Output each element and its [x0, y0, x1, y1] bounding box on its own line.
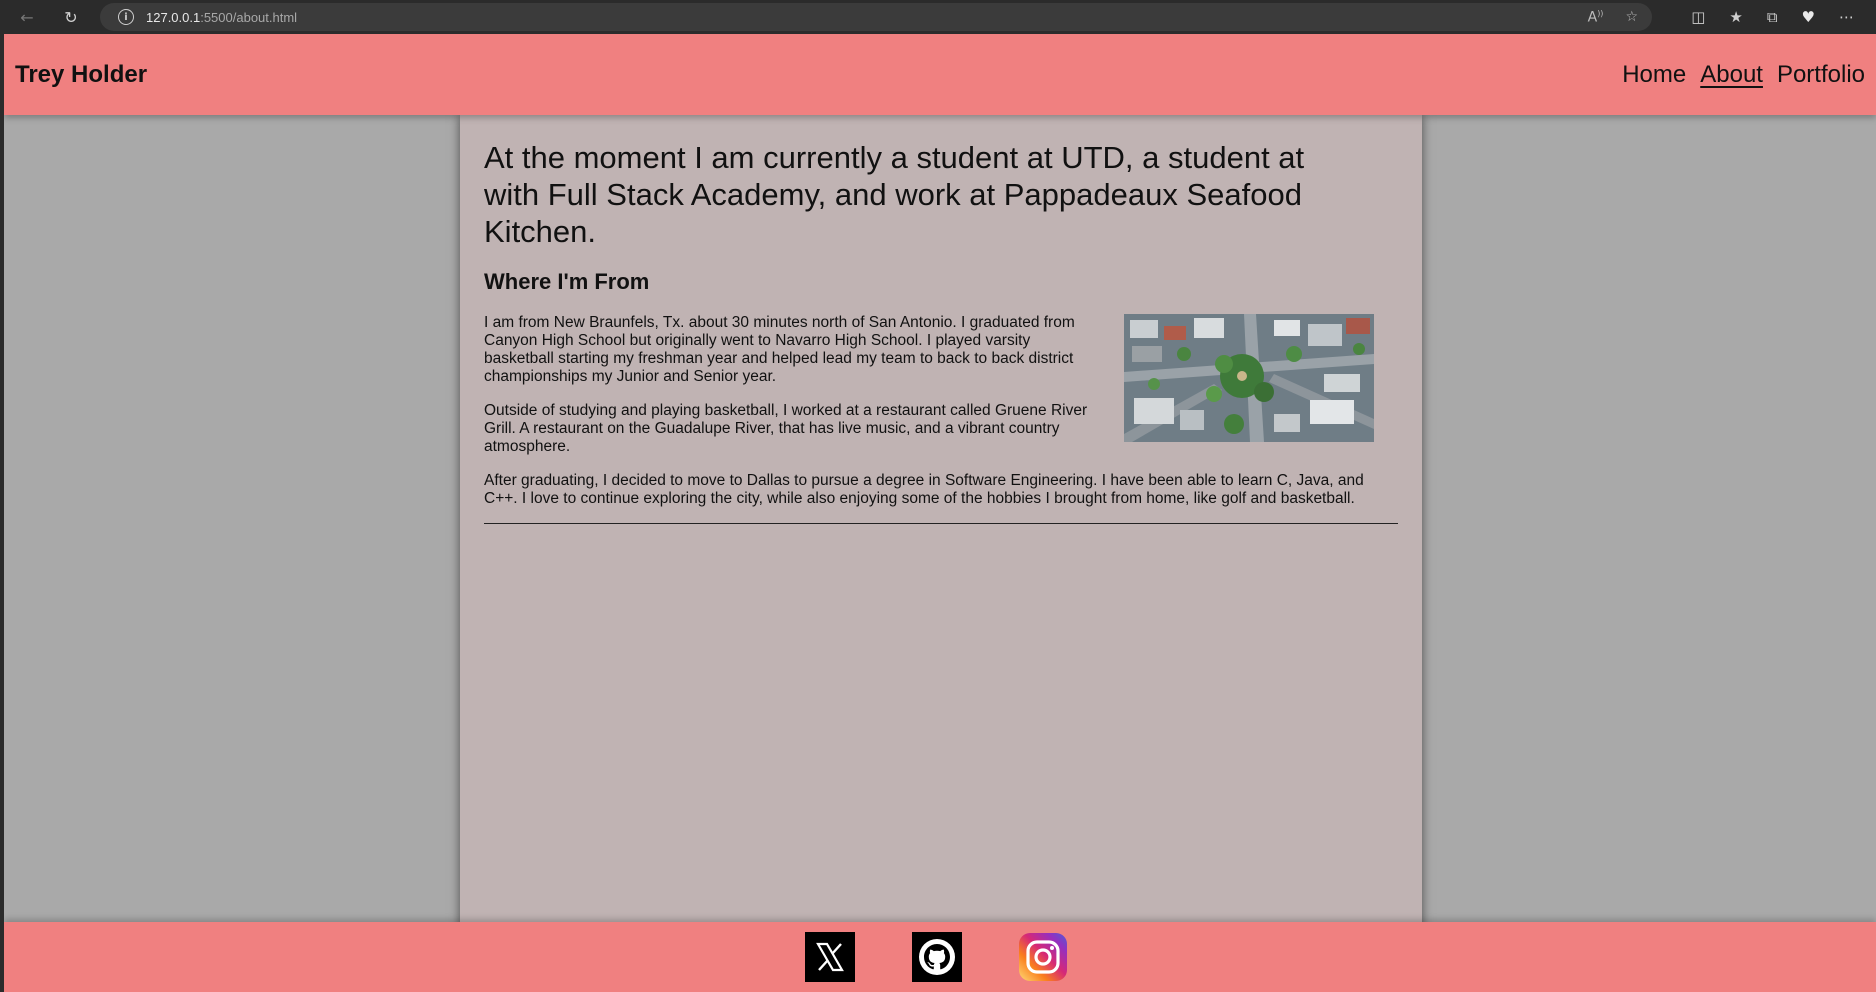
nav-about[interactable]: About: [1700, 61, 1763, 89]
nav-portfolio[interactable]: Portfolio: [1777, 61, 1865, 89]
site-nav: Home About Portfolio: [1622, 61, 1865, 89]
url-text[interactable]: 127.0.0.1:5500/about.html: [146, 10, 297, 25]
section-title: Where I'm From: [484, 269, 650, 294]
brand-name[interactable]: Trey Holder: [15, 61, 147, 89]
site-header: Trey Holder Home About Portfolio: [4, 34, 1876, 115]
more-menu-icon[interactable]: ⋯: [1839, 8, 1854, 26]
page-viewport: Trey Holder Home About Portfolio At the …: [4, 34, 1876, 992]
reload-icon[interactable]: ↻: [54, 0, 88, 34]
about-content-panel: At the moment I am currently a student a…: [460, 115, 1422, 957]
paragraph-hometown: I am from New Braunfels, Tx. about 30 mi…: [484, 314, 1075, 385]
split-screen-icon[interactable]: ◫: [1691, 8, 1705, 26]
social-links: [805, 932, 1067, 982]
instagram-icon[interactable]: [1019, 933, 1067, 981]
divider-line: [484, 523, 1398, 524]
browser-essentials-icon[interactable]: ♥: [1802, 8, 1815, 26]
paragraph-work: Outside of studying and playing basketba…: [484, 402, 1088, 455]
about-body: I am from New Braunfels, Tx. about 30 mi…: [484, 314, 1398, 524]
lead-statement: At the moment I am currently a student a…: [484, 140, 1305, 249]
back-arrow-icon[interactable]: ←: [10, 0, 44, 34]
github-icon[interactable]: [912, 932, 962, 982]
read-aloud-icon[interactable]: A)): [1588, 9, 1604, 26]
favorites-icon[interactable]: ★: [1729, 8, 1742, 26]
site-info-icon[interactable]: i: [118, 9, 134, 25]
x-twitter-icon[interactable]: [805, 932, 855, 982]
site-footer: [4, 922, 1876, 992]
paragraph-dallas: After graduating, I decided to move to D…: [484, 472, 1364, 507]
favorite-star-icon[interactable]: ☆: [1625, 9, 1638, 25]
collections-icon[interactable]: ⧉: [1767, 8, 1778, 26]
address-bar[interactable]: i 127.0.0.1:5500/about.html A)) ☆: [100, 3, 1652, 31]
browser-chrome: ← ↻ i 127.0.0.1:5500/about.html A)) ☆ ◫ …: [0, 0, 1876, 34]
new-braunfels-aerial-photo: [1124, 314, 1374, 442]
nav-home[interactable]: Home: [1622, 61, 1686, 89]
